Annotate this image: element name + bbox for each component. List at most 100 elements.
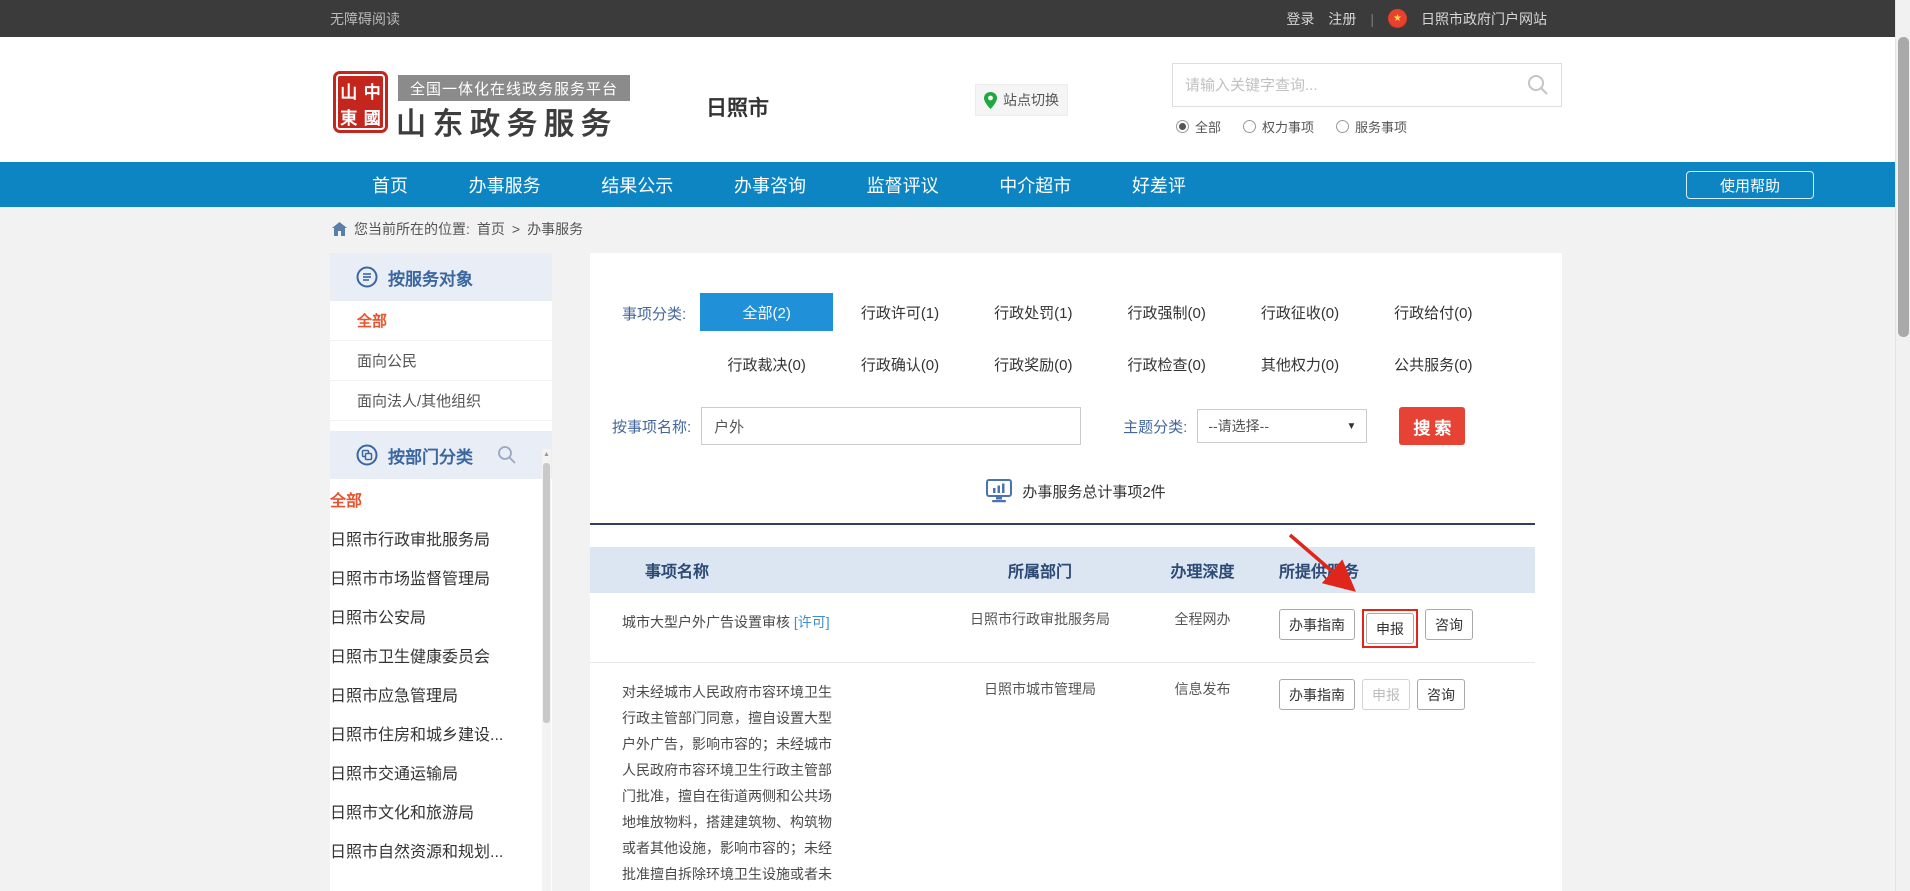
search-scope-options: 全部 权力事项 服务事项 <box>1176 117 1407 136</box>
topic-select-value: --请选择-- <box>1208 416 1269 436</box>
sidebar-dept-item[interactable]: 日照市住房和城乡建设... <box>330 721 552 760</box>
nav-results[interactable]: 结果公示 <box>601 172 673 198</box>
breadcrumb-current[interactable]: 办事服务 <box>527 219 583 239</box>
tab-gonggong-fuwu[interactable]: 公共服务(0) <box>1367 345 1500 383</box>
site-switch-label: 站点切换 <box>1003 90 1059 110</box>
tab-xingzheng-queren[interactable]: 行政确认(0) <box>833 345 966 383</box>
item-name-text[interactable]: 城市大型户外广告设置审核 <box>622 614 790 630</box>
topic-select[interactable]: --请选择-- ▼ <box>1197 409 1367 443</box>
tab-xingzheng-zhengshou[interactable]: 行政征收(0) <box>1233 293 1366 331</box>
table-header: 事项名称 所属部门 办理深度 所提供服务 <box>590 547 1535 593</box>
page-scrollbar[interactable] <box>1895 0 1910 891</box>
accessibility-link[interactable]: 无障碍阅读 <box>330 9 400 29</box>
department-title: 按部门分类 <box>388 443 473 468</box>
nav-consult[interactable]: 办事咨询 <box>734 172 806 198</box>
top-utility-bar: 无障碍阅读 登录 注册 | ★ 日照市政府门户网站 <box>0 0 1895 37</box>
scope-label: 全部 <box>1195 117 1221 136</box>
nav-home[interactable]: 首页 <box>372 172 408 198</box>
nav-supervision[interactable]: 监督评议 <box>867 172 939 198</box>
seal-char: 山 <box>337 77 361 103</box>
nav-services[interactable]: 办事服务 <box>469 172 541 198</box>
department-list-scrollbar[interactable]: ▲ <box>542 449 551 891</box>
radio-selected-icon[interactable] <box>1176 120 1189 133</box>
seal-char: 國 <box>361 103 385 129</box>
tab-xingzheng-jiancha[interactable]: 行政检查(0) <box>1100 345 1233 383</box>
apply-button[interactable]: 申报 <box>1366 613 1414 644</box>
tab-all[interactable]: 全部(2) <box>700 293 833 331</box>
list-circle-icon <box>356 266 378 288</box>
register-link[interactable]: 注册 <box>1328 9 1356 29</box>
depth-cell: 信息发布 <box>1140 679 1265 891</box>
services-cell: 办事指南 申报 咨询 <box>1265 679 1535 891</box>
apply-button-disabled: 申报 <box>1362 679 1410 710</box>
sidebar-dept-item[interactable]: 日照市公安局 <box>330 604 552 643</box>
item-name-text[interactable]: 对未经城市人民政府市容环境卫生行政主管部门同意，擅自设置大型户外广告，影响市容的… <box>622 684 832 891</box>
tab-qita-quanli[interactable]: 其他权力(0) <box>1233 345 1366 383</box>
sidebar-dept-item[interactable]: 日照市应急管理局 <box>330 682 552 721</box>
help-button[interactable]: 使用帮助 <box>1686 171 1814 199</box>
item-name-input[interactable] <box>701 407 1081 445</box>
tab-xingzheng-chufa[interactable]: 行政处罚(1) <box>967 293 1100 331</box>
tab-xingzheng-jiangli[interactable]: 行政奖励(0) <box>967 345 1100 383</box>
site-switch-button[interactable]: 站点切换 <box>975 84 1068 116</box>
scope-label: 服务事项 <box>1355 117 1407 136</box>
service-target-list: 全部 面向公民 面向法人/其他组织 <box>330 301 552 421</box>
login-link[interactable]: 登录 <box>1286 9 1314 29</box>
portal-link[interactable]: 日照市政府门户网站 <box>1421 9 1547 29</box>
seal-char: 中 <box>361 77 385 103</box>
category-label: 事项分类: <box>622 303 686 324</box>
sidebar-dept-item[interactable]: 日照市卫生健康委员会 <box>330 643 552 682</box>
sidebar-dept-item[interactable]: 日照市行政审批服务局 <box>330 526 552 565</box>
tab-xingzheng-qiangzhi[interactable]: 行政强制(0) <box>1100 293 1233 331</box>
tab-xingzheng-caijue[interactable]: 行政裁决(0) <box>700 345 833 383</box>
depth-cell: 全程网办 <box>1140 609 1265 648</box>
home-icon <box>332 222 347 236</box>
guide-button[interactable]: 办事指南 <box>1279 609 1355 640</box>
scope-power-items[interactable]: 权力事项 <box>1243 117 1314 136</box>
col-item-name: 事项名称 <box>590 558 940 582</box>
sidebar-dept-item[interactable]: 日照市市场监督管理局 <box>330 565 552 604</box>
sidebar: 按服务对象 全部 面向公民 面向法人/其他组织 按部门分类 全部 日照市行政审批… <box>330 253 552 891</box>
site-title: 山东政务服务 <box>396 99 618 143</box>
consult-button[interactable]: 咨询 <box>1417 679 1465 710</box>
col-department: 所属部门 <box>940 558 1140 582</box>
sidebar-dept-all[interactable]: 全部 <box>330 487 552 526</box>
consult-button[interactable]: 咨询 <box>1425 609 1473 640</box>
radio-icon[interactable] <box>1336 120 1349 133</box>
sidebar-item-legal-persons[interactable]: 面向法人/其他组织 <box>330 381 552 421</box>
scrollbar-thumb[interactable] <box>543 463 550 723</box>
tab-xingzheng-jifu[interactable]: 行政给付(0) <box>1367 293 1500 331</box>
category-filter: 事项分类: 全部(2) 行政许可(1) 行政处罚(1) 行政强制(0) 行政征收… <box>590 293 1562 383</box>
annotation-highlight-box: 申报 <box>1362 609 1418 648</box>
scroll-up-arrow-icon[interactable]: ▲ <box>542 451 551 458</box>
radio-icon[interactable] <box>1243 120 1256 133</box>
shandong-seal-logo-icon: 山 中 東 國 <box>333 71 388 133</box>
permit-tag-link[interactable]: [许可] <box>794 614 830 630</box>
nav-items: 首页 办事服务 结果公示 办事咨询 监督评议 中介超市 好差评 <box>372 162 1186 207</box>
department-search-icon[interactable] <box>497 445 517 465</box>
tab-xingzheng-xuke[interactable]: 行政许可(1) <box>833 293 966 331</box>
department-cell: 日照市城市管理局 <box>940 679 1140 891</box>
items-table: 事项名称 所属部门 办理深度 所提供服务 城市大型户外广告设置审核 [许可] 日… <box>590 547 1535 891</box>
search-icon[interactable] <box>1527 74 1549 96</box>
col-depth: 办理深度 <box>1140 558 1265 582</box>
scope-service-items[interactable]: 服务事项 <box>1336 117 1407 136</box>
scope-all[interactable]: 全部 <box>1176 117 1221 136</box>
search-button[interactable]: 搜索 <box>1399 407 1465 445</box>
department-cell: 日照市行政审批服务局 <box>940 609 1140 648</box>
nav-rating[interactable]: 好差评 <box>1132 172 1186 198</box>
sidebar-item-citizens[interactable]: 面向公民 <box>330 341 552 381</box>
keyword-search-input[interactable] <box>1185 77 1527 94</box>
sidebar-item-all-targets[interactable]: 全部 <box>330 301 552 341</box>
sidebar-dept-item[interactable]: 日照市自然资源和规划... <box>330 838 552 877</box>
topbar-divider: | <box>1370 11 1374 27</box>
breadcrumb-home[interactable]: 首页 <box>477 219 505 239</box>
nav-intermediary[interactable]: 中介超市 <box>999 172 1071 198</box>
chevron-down-icon: ▼ <box>1346 421 1356 432</box>
sidebar-dept-item[interactable]: 日照市交通运输局 <box>330 760 552 799</box>
platform-badge: 全国一体化在线政务服务平台 <box>398 75 630 101</box>
sidebar-dept-item[interactable]: 日照市文化和旅游局 <box>330 799 552 838</box>
guide-button[interactable]: 办事指南 <box>1279 679 1355 710</box>
page-scrollbar-thumb[interactable] <box>1898 37 1909 337</box>
col-services: 所提供服务 <box>1265 558 1535 582</box>
